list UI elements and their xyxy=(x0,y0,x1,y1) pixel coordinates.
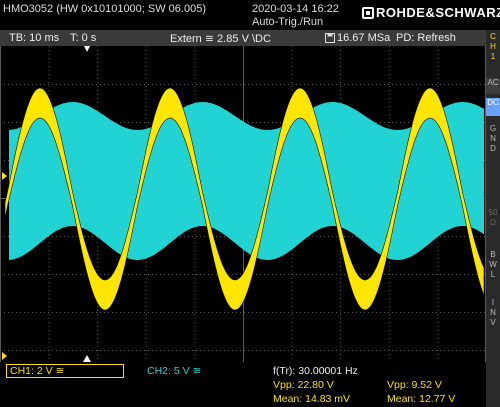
coupling-gnd-button[interactable]: G N D xyxy=(486,124,500,164)
trigger-mode: Auto-Trig./Run xyxy=(252,16,324,28)
coupling-ac-button[interactable]: AC xyxy=(486,78,500,94)
ch2-vpp: Vpp: 9.52 V xyxy=(387,379,442,391)
channel-indicator: C H 1 xyxy=(490,32,496,61)
ch1-ground-marker[interactable] xyxy=(2,172,7,180)
ch2-mean: Mean: 12.77 V xyxy=(387,393,456,405)
ch1-vpp: Vpp: 22.80 V xyxy=(273,379,334,391)
trigger-time-readout[interactable]: T: 0 s xyxy=(70,32,96,44)
brand-logo: ROHDE&SCHWARZ xyxy=(362,5,500,20)
ch1-setting-box[interactable]: CH1: 2 V ≅ xyxy=(6,364,124,378)
status-infobar: TB: 10 ms T: 0 s Extern ≅ 2.85 V \DC 16.… xyxy=(0,30,486,46)
trigger-source-readout[interactable]: Extern ≅ 2.85 V \DC xyxy=(170,32,271,45)
ch1-setting: CH1: 2 V ≅ xyxy=(10,365,65,377)
datetime: 2020-03-14 16:22 xyxy=(252,3,339,15)
frequency-readout: f(Tr): 30.00001 Hz xyxy=(273,365,358,377)
invert-button[interactable]: I N V xyxy=(486,298,500,342)
sample-rate-readout: 16.67 MSa xyxy=(337,32,391,44)
bandwidth-limit-button[interactable]: B W L xyxy=(486,250,500,290)
instrument-id: HMO3052 (HW 0x10101000; SW 06.005) xyxy=(3,3,206,15)
trigger-position-marker-bottom[interactable] xyxy=(83,355,91,362)
save-icon xyxy=(325,33,335,43)
ch2-setting[interactable]: CH2: 5 V ≅ xyxy=(147,365,201,377)
brand-name: ROHDE&SCHWARZ xyxy=(376,5,500,20)
title-bar: HMO3052 (HW 0x10101000; SW 06.005) 2020-… xyxy=(0,0,500,30)
coupling-dc-button[interactable]: DC xyxy=(486,98,500,116)
waveform-display[interactable] xyxy=(0,46,486,362)
measurement-bar: CH1: 2 V ≅ CH2: 5 V ≅ f(Tr): 30.00001 Hz… xyxy=(0,362,486,407)
trigger-position-marker-top[interactable] xyxy=(84,46,90,52)
channel-side-panel: C H 1 AC DC G N D 50 Ω B W L I N V xyxy=(486,30,500,407)
display-mode-readout[interactable]: PD: Refresh xyxy=(396,32,456,44)
ch1-mean: Mean: 14.83 mV xyxy=(273,393,351,405)
impedance-50-button[interactable]: 50 Ω xyxy=(486,208,500,230)
timebase-readout[interactable]: TB: 10 ms xyxy=(9,32,59,44)
ch1-level-marker[interactable] xyxy=(2,352,7,360)
brand-mark-icon xyxy=(362,7,374,19)
